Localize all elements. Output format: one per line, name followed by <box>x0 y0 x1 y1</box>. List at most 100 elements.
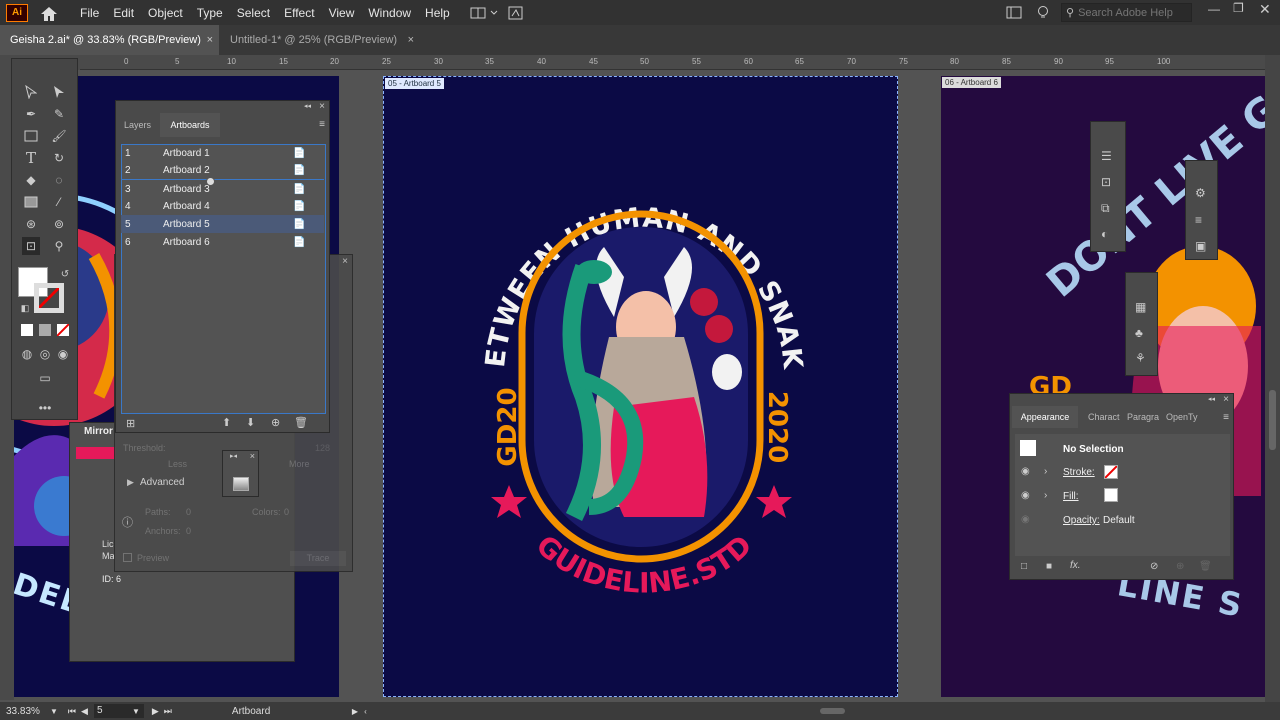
artboard-options-icon[interactable]: 📄 <box>293 237 305 248</box>
trace-close-icon[interactable]: × <box>342 256 348 267</box>
scroll-thumb[interactable] <box>1269 390 1276 450</box>
move-down-icon[interactable]: ⬇ <box>246 416 255 429</box>
prev-artboard-icon[interactable]: ◀ <box>81 706 88 717</box>
arrange-documents-icon[interactable] <box>470 6 500 20</box>
artboard-row[interactable]: 6 Artboard 6 📄 <box>121 233 324 251</box>
fill-expand-icon[interactable]: › <box>1044 490 1047 501</box>
add-stroke-icon[interactable]: □ <box>1021 561 1027 572</box>
align-icon[interactable]: ☰ <box>1101 149 1112 163</box>
panel-collapse-icon[interactable]: ◂◂ <box>1208 395 1215 403</box>
advanced-chevron-icon[interactable]: ▶ <box>127 477 134 488</box>
horizontal-scrollbar[interactable] <box>420 706 1260 716</box>
gradient-swatch-icon[interactable] <box>233 477 249 491</box>
draw-normal-icon[interactable]: ◍ <box>18 345 36 363</box>
zoom-level[interactable]: 33.83% <box>6 706 50 717</box>
type-tool-icon[interactable]: T <box>22 149 40 167</box>
graphic-styles-icon[interactable]: ▣ <box>1195 239 1206 253</box>
transparency-icon[interactable]: ◐ <box>1101 227 1108 241</box>
stroke-panel-icon[interactable]: ≡ <box>1195 213 1202 227</box>
menu-edit[interactable]: Edit <box>113 6 134 20</box>
none-mode-icon[interactable] <box>54 321 72 339</box>
zoom-dropdown-icon[interactable]: ▼ <box>50 707 58 716</box>
artboard-options-icon[interactable]: 📄 <box>293 165 305 176</box>
artboard-options-icon[interactable]: 📄 <box>293 184 305 195</box>
fill-label[interactable]: Fill: <box>1063 491 1079 502</box>
artboard-options-icon[interactable]: 📄 <box>293 219 305 230</box>
opacity-visibility-icon[interactable]: ◉ <box>1021 514 1030 525</box>
color-mode-icon[interactable] <box>18 321 36 339</box>
default-colors-icon[interactable]: ◧ <box>16 299 34 317</box>
first-artboard-icon[interactable]: ⏮ <box>68 706 76 717</box>
transform-icon[interactable]: ⊡ <box>1101 175 1111 189</box>
vertical-scrollbar[interactable] <box>1265 55 1280 702</box>
more-tools-icon[interactable]: ••• <box>36 399 54 417</box>
symbols-icon[interactable]: ♣ <box>1135 326 1143 340</box>
tab-character[interactable]: Charact <box>1088 412 1120 422</box>
screen-mode-icon[interactable]: ▭ <box>36 369 54 387</box>
draw-behind-icon[interactable]: ◎ <box>36 345 54 363</box>
artboard-6-label[interactable]: 06 - Artboard 6 <box>942 77 1001 88</box>
rearrange-icon[interactable]: ⊞ <box>126 417 135 430</box>
artboard-row[interactable]: 3 Artboard 3 📄 <box>121 180 324 198</box>
tab-layers[interactable]: Layers <box>124 120 151 130</box>
workspace-icon[interactable] <box>1006 6 1022 19</box>
stroke-label[interactable]: Stroke: <box>1063 467 1095 478</box>
trace-button[interactable]: Trace <box>290 551 346 566</box>
fill-swatch-white[interactable] <box>1104 488 1118 502</box>
minimize-icon[interactable]: — <box>1208 2 1220 16</box>
add-effect-icon[interactable]: fx. <box>1070 560 1081 571</box>
fill-visibility-icon[interactable]: ◉ <box>1021 490 1030 501</box>
stroke-swatch-none[interactable] <box>1104 465 1118 479</box>
pathfinder-icon[interactable]: ⧉ <box>1101 201 1110 216</box>
brushes-icon[interactable]: ⚘ <box>1135 351 1146 365</box>
panel-close-icon[interactable]: × <box>1223 394 1229 405</box>
eyedropper-tool-icon[interactable]: ⁄ <box>50 193 68 211</box>
tab-close-icon[interactable]: × <box>207 34 213 46</box>
tab-untitled[interactable]: Untitled-1* @ 25% (RGB/Preview) × <box>220 25 420 55</box>
h-scroll-thumb[interactable] <box>820 708 845 714</box>
curvature-tool-icon[interactable]: ✎ <box>50 105 68 123</box>
menu-file[interactable]: File <box>80 6 99 20</box>
tab-opentype[interactable]: OpenTy <box>1166 412 1198 422</box>
artboard-tool-icon[interactable]: ⊡ <box>22 237 40 255</box>
artboard-5-label[interactable]: 05 - Artboard 5 <box>385 78 444 89</box>
menu-help[interactable]: Help <box>425 6 450 20</box>
artboard-dropdown-icon[interactable]: ▼ <box>132 707 140 716</box>
direct-selection-tool-icon[interactable] <box>50 83 68 101</box>
gradient-tool-icon[interactable] <box>22 193 40 211</box>
new-artboard-icon[interactable]: ⊕ <box>271 416 280 429</box>
opacity-label[interactable]: Opacity: <box>1063 515 1100 526</box>
search-box[interactable]: ⚲ <box>1061 3 1192 22</box>
panel-close-icon[interactable]: × <box>250 451 255 461</box>
horizontal-ruler[interactable]: 0 5 10 15 20 25 30 35 40 45 50 55 60 65 … <box>80 55 1265 70</box>
last-artboard-icon[interactable]: ⏭ <box>164 706 172 717</box>
tab-artboards[interactable]: Artboards <box>160 113 220 137</box>
add-fill-icon[interactable]: ■ <box>1046 561 1052 572</box>
paintbrush-tool-icon[interactable]: 🖌 <box>50 127 68 145</box>
panel-collapse-icon[interactable]: ◂◂ <box>304 102 311 110</box>
home-icon[interactable] <box>40 6 57 21</box>
tab-appearance[interactable]: Appearance <box>1012 406 1078 428</box>
properties-icon[interactable]: ⚙ <box>1195 186 1206 200</box>
status-arrow-icon[interactable]: ▶ <box>352 707 358 716</box>
preview-checkbox[interactable] <box>123 553 132 562</box>
gpu-performance-icon[interactable] <box>508 6 524 20</box>
artboard-options-icon[interactable]: 📄 <box>293 201 305 212</box>
panel-collapse-icon[interactable]: ▸◂ <box>230 452 237 460</box>
menu-view[interactable]: View <box>329 6 355 20</box>
artboard-row-selected[interactable]: 5 Artboard 5 📄 <box>121 215 324 233</box>
next-artboard-icon[interactable]: ▶ <box>152 706 159 717</box>
panel-menu-icon[interactable]: ≡ <box>319 119 325 130</box>
advanced-toggle[interactable]: Advanced <box>140 477 184 488</box>
panel-close-icon[interactable]: × <box>319 101 325 112</box>
move-up-icon[interactable]: ⬆ <box>222 416 231 429</box>
menu-type[interactable]: Type <box>197 6 223 20</box>
gradient-mode-icon[interactable] <box>36 321 54 339</box>
draw-inside-icon[interactable]: ◉ <box>54 345 72 363</box>
symbol-sprayer-tool-icon[interactable]: ⊚ <box>50 215 68 233</box>
artboard-row[interactable]: 1 Artboard 1 📄 <box>121 144 324 162</box>
menu-window[interactable]: Window <box>368 6 411 20</box>
stroke-expand-icon[interactable]: › <box>1044 466 1047 477</box>
restore-icon[interactable]: ❐ <box>1233 1 1244 15</box>
stroke-visibility-icon[interactable]: ◉ <box>1021 466 1030 477</box>
